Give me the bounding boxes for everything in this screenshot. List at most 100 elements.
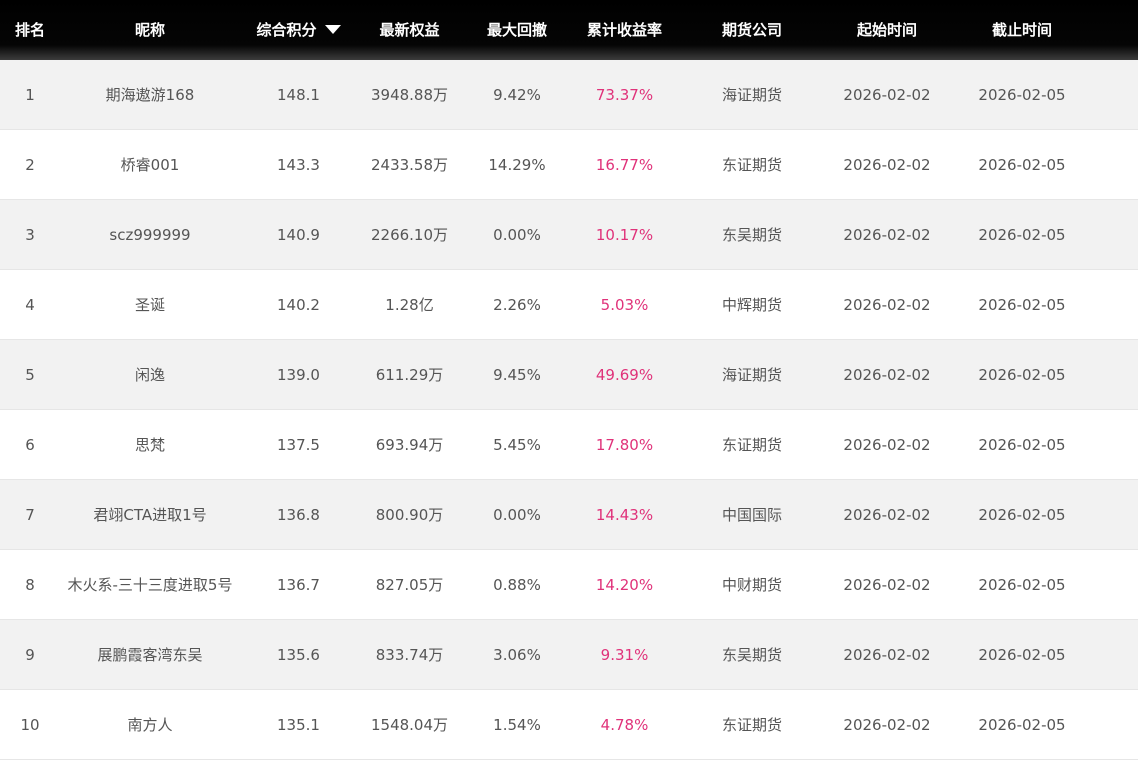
cell-max-drawdown: 0.00% [493, 505, 541, 524]
table-row[interactable]: 1 期海遨游168 148.1 3948.88万 9.42% 73.37% 海证期货 2026… [0, 60, 1138, 130]
cell-company: 东证期货 [721, 156, 782, 174]
cell-score: 137.5 [277, 435, 320, 454]
cell-score: 143.3 [277, 155, 320, 174]
cell-rank: 10 [20, 715, 40, 734]
ranking-table: 排名 昵称 综合积分 最新权益 最大回撤 累计收益率 期货公司 起始时间 截止时… [0, 0, 1138, 760]
cell-start-time: 2026-02-02 [843, 295, 931, 314]
table-body: 1 期海遨游168 148.1 3948.88万 9.42% 73.37% 海证期货 2026… [0, 60, 1138, 760]
cell-cum-return: 16.77% [595, 155, 654, 174]
cell-equity: 1548.04万 [370, 716, 449, 734]
cell-score: 140.9 [277, 225, 320, 244]
cell-end-time: 2026-02-05 [978, 295, 1066, 314]
cell-cum-return: 14.20% [595, 575, 654, 594]
cell-end-time: 2026-02-05 [978, 575, 1066, 594]
cell-cum-return: 14.43% [595, 505, 654, 524]
cell-equity: 2433.58万 [370, 156, 449, 174]
cell-max-drawdown: 1.54% [493, 715, 541, 734]
cell-nickname: 期海遨游168 [105, 86, 195, 104]
cell-score: 136.7 [277, 575, 320, 594]
cell-equity: 1.28亿 [385, 296, 434, 314]
cell-equity: 827.05万 [375, 576, 444, 594]
cell-score: 136.8 [277, 505, 320, 524]
cell-start-time: 2026-02-02 [843, 645, 931, 664]
cell-start-time: 2026-02-02 [843, 225, 931, 244]
cell-max-drawdown: 3.06% [493, 645, 541, 664]
cell-company: 东证期货 [721, 716, 782, 734]
cell-end-time: 2026-02-05 [978, 645, 1066, 664]
cell-max-drawdown: 0.00% [493, 225, 541, 244]
cell-end-time: 2026-02-05 [978, 435, 1066, 454]
cell-nickname: 圣诞 [134, 296, 165, 314]
header-max-drawdown[interactable]: 最大回撤 [477, 0, 557, 60]
cell-equity: 611.29万 [375, 366, 444, 384]
cell-nickname: 木火系-三十三度进取5号 [67, 576, 233, 594]
cell-score: 139.0 [277, 365, 320, 384]
cell-score: 135.6 [277, 645, 320, 664]
cell-max-drawdown: 9.42% [493, 85, 541, 104]
cell-company: 中国国际 [721, 506, 782, 524]
cell-rank: 8 [25, 575, 35, 594]
cell-start-time: 2026-02-02 [843, 435, 931, 454]
table-row[interactable]: 10 南方人 135.1 1548.04万 1.54% 4.78% 东证期货 2026-02-… [0, 690, 1138, 760]
cell-company: 海证期货 [721, 86, 782, 104]
cell-nickname: 展鹏霞客湾东吴 [97, 646, 203, 664]
caret-down-icon[interactable] [324, 25, 341, 34]
cell-nickname: 君翊CTA进取1号 [93, 506, 207, 524]
cell-score: 148.1 [277, 85, 320, 104]
header-equity[interactable]: 最新权益 [342, 0, 477, 60]
table-row[interactable]: 2 桥睿001 143.3 2433.58万 14.29% 16.77% 东证期货 2026-… [0, 130, 1138, 200]
cell-company: 海证期货 [721, 366, 782, 384]
cell-nickname: 思梵 [134, 436, 165, 454]
cell-cum-return: 10.17% [595, 225, 654, 244]
cell-rank: 7 [25, 505, 35, 524]
cell-start-time: 2026-02-02 [843, 85, 931, 104]
cell-start-time: 2026-02-02 [843, 365, 931, 384]
table-row[interactable]: 4 圣诞 140.2 1.28亿 2.26% 5.03% 中辉期货 2026-02-02 202… [0, 270, 1138, 340]
header-nickname[interactable]: 昵称 [60, 0, 240, 60]
table-row[interactable]: 3 scz999999 140.9 2266.10万 0.00% 10.17% 东吴期货 20… [0, 200, 1138, 270]
header-end-time[interactable]: 截止时间 [966, 0, 1078, 60]
cell-equity: 2266.10万 [370, 226, 449, 244]
cell-end-time: 2026-02-05 [978, 715, 1066, 734]
cell-rank: 4 [25, 295, 35, 314]
cell-start-time: 2026-02-02 [843, 505, 931, 524]
cell-end-time: 2026-02-05 [978, 365, 1066, 384]
cell-end-time: 2026-02-05 [978, 225, 1066, 244]
table-header: 排名 昵称 综合积分 最新权益 最大回撤 累计收益率 期货公司 起始时间 截止时… [0, 0, 1138, 60]
cell-cum-return: 5.03% [600, 295, 649, 314]
header-cum-return[interactable]: 累计收益率 [557, 0, 692, 60]
cell-company: 中辉期货 [721, 296, 782, 314]
header-start-time[interactable]: 起始时间 [812, 0, 962, 60]
cell-nickname: 桥睿001 [120, 156, 180, 174]
cell-max-drawdown: 5.45% [493, 435, 541, 454]
header-rank[interactable]: 排名 [0, 0, 60, 60]
cell-nickname: scz999999 [109, 225, 191, 244]
cell-equity: 833.74万 [375, 646, 444, 664]
header-score-sortable[interactable]: 综合积分 [255, 0, 342, 60]
cell-rank: 5 [25, 365, 35, 384]
cell-score: 135.1 [277, 715, 320, 734]
cell-rank: 9 [25, 645, 35, 664]
cell-max-drawdown: 14.29% [488, 155, 546, 174]
cell-end-time: 2026-02-05 [978, 155, 1066, 174]
table-row[interactable]: 5 闲逸 139.0 611.29万 9.45% 49.69% 海证期货 2026-02-02… [0, 340, 1138, 410]
table-row[interactable]: 8 木火系-三十三度进取5号 136.7 827.05万 0.88% 14.20% 中财期货… [0, 550, 1138, 620]
cell-cum-return: 73.37% [595, 85, 654, 104]
cell-company: 东吴期货 [721, 226, 782, 244]
cell-end-time: 2026-02-05 [978, 85, 1066, 104]
cell-max-drawdown: 2.26% [493, 295, 541, 314]
cell-cum-return: 9.31% [600, 645, 649, 664]
cell-start-time: 2026-02-02 [843, 715, 931, 734]
cell-company: 东证期货 [721, 436, 782, 454]
cell-company: 中财期货 [721, 576, 782, 594]
cell-max-drawdown: 9.45% [493, 365, 541, 384]
cell-start-time: 2026-02-02 [843, 155, 931, 174]
cell-equity: 800.90万 [375, 506, 444, 524]
table-row[interactable]: 7 君翊CTA进取1号 136.8 800.90万 0.00% 14.43% 中国国际 202… [0, 480, 1138, 550]
cell-score: 140.2 [277, 295, 320, 314]
header-company[interactable]: 期货公司 [692, 0, 812, 60]
header-score-label: 综合积分 [256, 21, 317, 39]
table-row[interactable]: 6 思梵 137.5 693.94万 5.45% 17.80% 东证期货 2026-02-02… [0, 410, 1138, 480]
table-row[interactable]: 9 展鹏霞客湾东吴 135.6 833.74万 3.06% 9.31% 东吴期货 2026-0… [0, 620, 1138, 690]
cell-company: 东吴期货 [721, 646, 782, 664]
